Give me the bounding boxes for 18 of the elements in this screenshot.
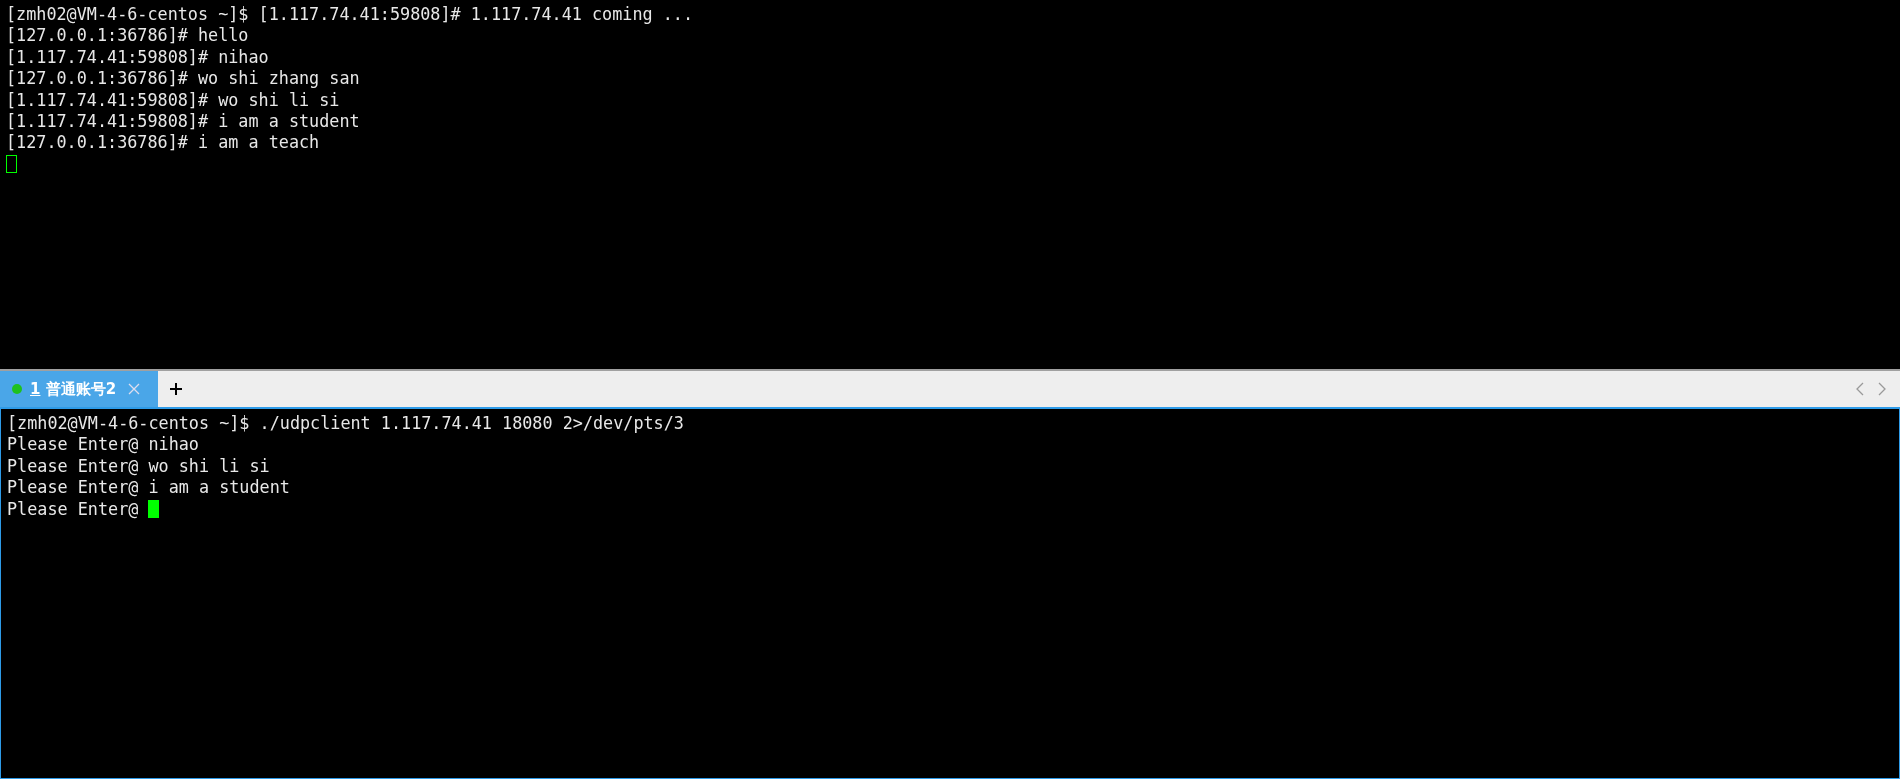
- terminal-line: [1.117.74.41:59808]# wo shi li si: [6, 89, 340, 111]
- close-icon[interactable]: [128, 383, 141, 395]
- terminal-line: [127.0.0.1:36786]# i am a teach: [6, 132, 320, 154]
- terminal-line: [127.0.0.1:36786]# wo shi zhang san: [6, 68, 360, 90]
- chevron-left-icon[interactable]: [1856, 382, 1864, 396]
- terminal-line: [zmh02@VM-4-6-centos ~]$ ./udpclient 1.117.74.41 18080 2>/dev/pts/3: [7, 413, 684, 435]
- terminal-line: [1.117.74.41:59808]# i am a student: [6, 110, 360, 133]
- status-dot-icon: [12, 384, 22, 394]
- terminal-line: [127.0.0.1:36786]# hello: [6, 25, 249, 47]
- add-tab-icon[interactable]: [170, 383, 182, 395]
- terminal-line: [1.117.74.41:59808]# nihao: [6, 46, 269, 69]
- terminal-prompt: Please Enter@: [7, 498, 139, 520]
- terminal-line: Please Enter@ i am a student: [7, 477, 290, 499]
- terminal-line: Please Enter@ nihao: [7, 434, 199, 456]
- chevron-right-icon[interactable]: [1878, 382, 1886, 396]
- terminal-line: [zmh02@VM-4-6-centos ~]$ [1.117.74.41:59808]# 1.117.74.41 coming ...: [6, 4, 693, 26]
- terminal-panel[interactable]: [zmh02@VM-4-6-centos ~]$ ./udpclient 1.117.74.41 18080 2>/dev/pts/3 Please Enter@ nihao Please Enter@ wo shi li si Please Enter@ i am a student Please Enter@: [0, 407, 1900, 779]
- terminal-line: Please Enter@ wo shi li si: [7, 455, 270, 478]
